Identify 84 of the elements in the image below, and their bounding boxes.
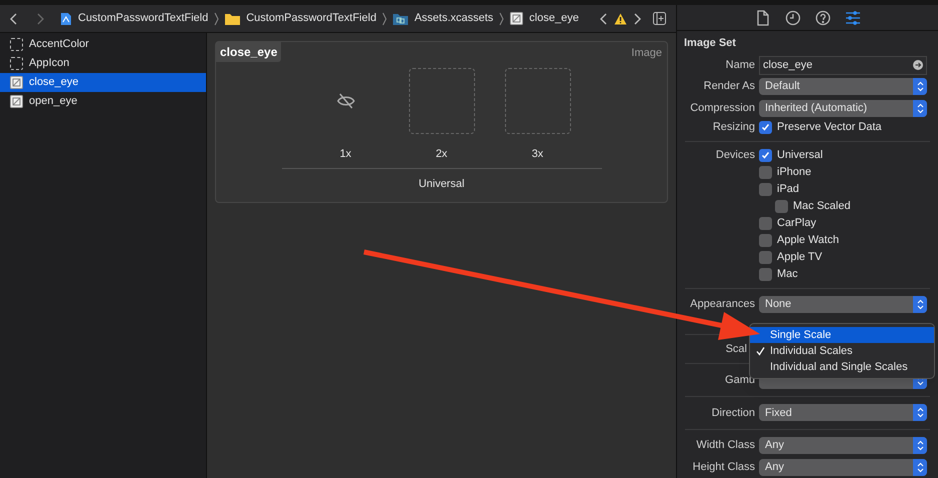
popup-button[interactable]: Any: [759, 458, 927, 476]
stepper-icon: [913, 296, 927, 314]
popup-button[interactable]: Inherited (Automatic): [759, 100, 927, 117]
checkbox[interactable]: [759, 216, 772, 230]
menu-item[interactable]: Individual Scales: [750, 343, 934, 359]
breadcrumb-item[interactable]: CustomPasswordTextField: [78, 10, 208, 27]
image-icon: [10, 76, 23, 89]
back-icon[interactable]: [10, 12, 18, 24]
scale-label: 3x: [532, 147, 544, 162]
field-label: Scal: [726, 342, 747, 355]
file-icon[interactable]: [754, 10, 770, 26]
menu-item[interactable]: Individual and Single Scales: [750, 359, 934, 375]
checkbox-label: Preserve Vector Data: [777, 120, 882, 136]
checkbox[interactable]: [759, 166, 772, 179]
chevron-icon: [382, 12, 388, 26]
folder-icon: [393, 12, 408, 24]
scale-label: 2x: [436, 147, 448, 162]
asset-list-item[interactable]: open_eye: [0, 92, 206, 111]
stepper-icon: [913, 404, 927, 422]
warning-icon[interactable]: [614, 12, 627, 24]
help-icon[interactable]: [814, 10, 830, 26]
checkbox[interactable]: [759, 268, 772, 281]
field-label: Direction: [712, 406, 755, 419]
checkbox[interactable]: [759, 250, 772, 264]
popup-button[interactable]: Fixed: [759, 404, 927, 422]
asset-list-item[interactable]: close_eye: [0, 73, 206, 92]
checkbox-label: Mac Scaled: [793, 199, 850, 214]
checkbox-label: Universal: [777, 148, 823, 164]
forward-icon[interactable]: [633, 12, 641, 24]
image-icon: [10, 95, 23, 108]
breadcrumb-item[interactable]: Assets.xcassets: [414, 10, 494, 27]
stepper-icon: [913, 458, 927, 476]
stepper-icon: [913, 436, 927, 454]
asset-list-item[interactable]: AccentColor: [0, 35, 206, 54]
stepper-icon: [913, 100, 927, 117]
chevron-icon: [214, 12, 220, 26]
add-editor-icon[interactable]: [653, 12, 666, 25]
folder-icon: [225, 12, 240, 24]
field-label: Compression: [690, 102, 755, 114]
checkbox[interactable]: [775, 200, 788, 213]
checkbox-label: Apple TV: [777, 250, 822, 266]
check-icon: [761, 150, 770, 160]
checkbox[interactable]: [759, 182, 772, 196]
document-icon: [60, 12, 72, 26]
field-label: Height Class: [692, 460, 755, 473]
field-label: Resizing: [712, 121, 755, 134]
popup-button[interactable]: Any: [759, 436, 927, 454]
field-label: Devices: [716, 149, 755, 162]
empty-slot-icon: [10, 57, 23, 70]
sliders-icon[interactable]: [844, 10, 860, 26]
section-title: Image Set: [683, 36, 737, 52]
popup-button[interactable]: Default: [759, 78, 927, 96]
menu-item[interactable]: Single Scale: [750, 327, 934, 343]
asset-list-item[interactable]: AppIcon: [0, 54, 206, 73]
image-icon: [510, 12, 524, 25]
breadcrumb-item[interactable]: close_eye: [529, 10, 579, 27]
chevron-icon: [499, 12, 504, 26]
checkbox-label: iPad: [777, 182, 800, 198]
name-field[interactable]: close_eye: [759, 56, 927, 75]
checkbox[interactable]: [759, 148, 772, 162]
field-label: Appearances: [690, 298, 755, 310]
checkbox-label: Apple Watch: [777, 233, 839, 248]
breadcrumb-item[interactable]: CustomPasswordTextField: [246, 10, 376, 27]
checkbox-label: Mac: [777, 267, 798, 282]
checkmark-icon: [756, 346, 764, 356]
device-group-label: Universal: [418, 176, 464, 192]
checkbox-label: CarPlay: [777, 216, 816, 232]
checkbox[interactable]: [759, 121, 772, 134]
stepper-icon: [913, 78, 927, 96]
arrow-circle-icon: [913, 60, 923, 70]
popup-button[interactable]: None: [759, 296, 927, 314]
scale-label: 1x: [340, 147, 352, 162]
field-label: Render As: [704, 80, 755, 92]
check-icon: [761, 123, 770, 132]
empty-slot-icon: [10, 38, 23, 51]
field-label: Width Class: [696, 439, 755, 452]
back-icon[interactable]: [600, 12, 608, 24]
clock-icon[interactable]: [784, 10, 800, 26]
type-label: Image: [631, 46, 663, 61]
field-label: Name: [726, 59, 755, 72]
checkbox[interactable]: [759, 234, 772, 247]
field-label: Gamu: [725, 374, 755, 386]
checkbox-label: iPhone: [777, 165, 812, 180]
image-set-name: close_eye: [216, 42, 282, 62]
